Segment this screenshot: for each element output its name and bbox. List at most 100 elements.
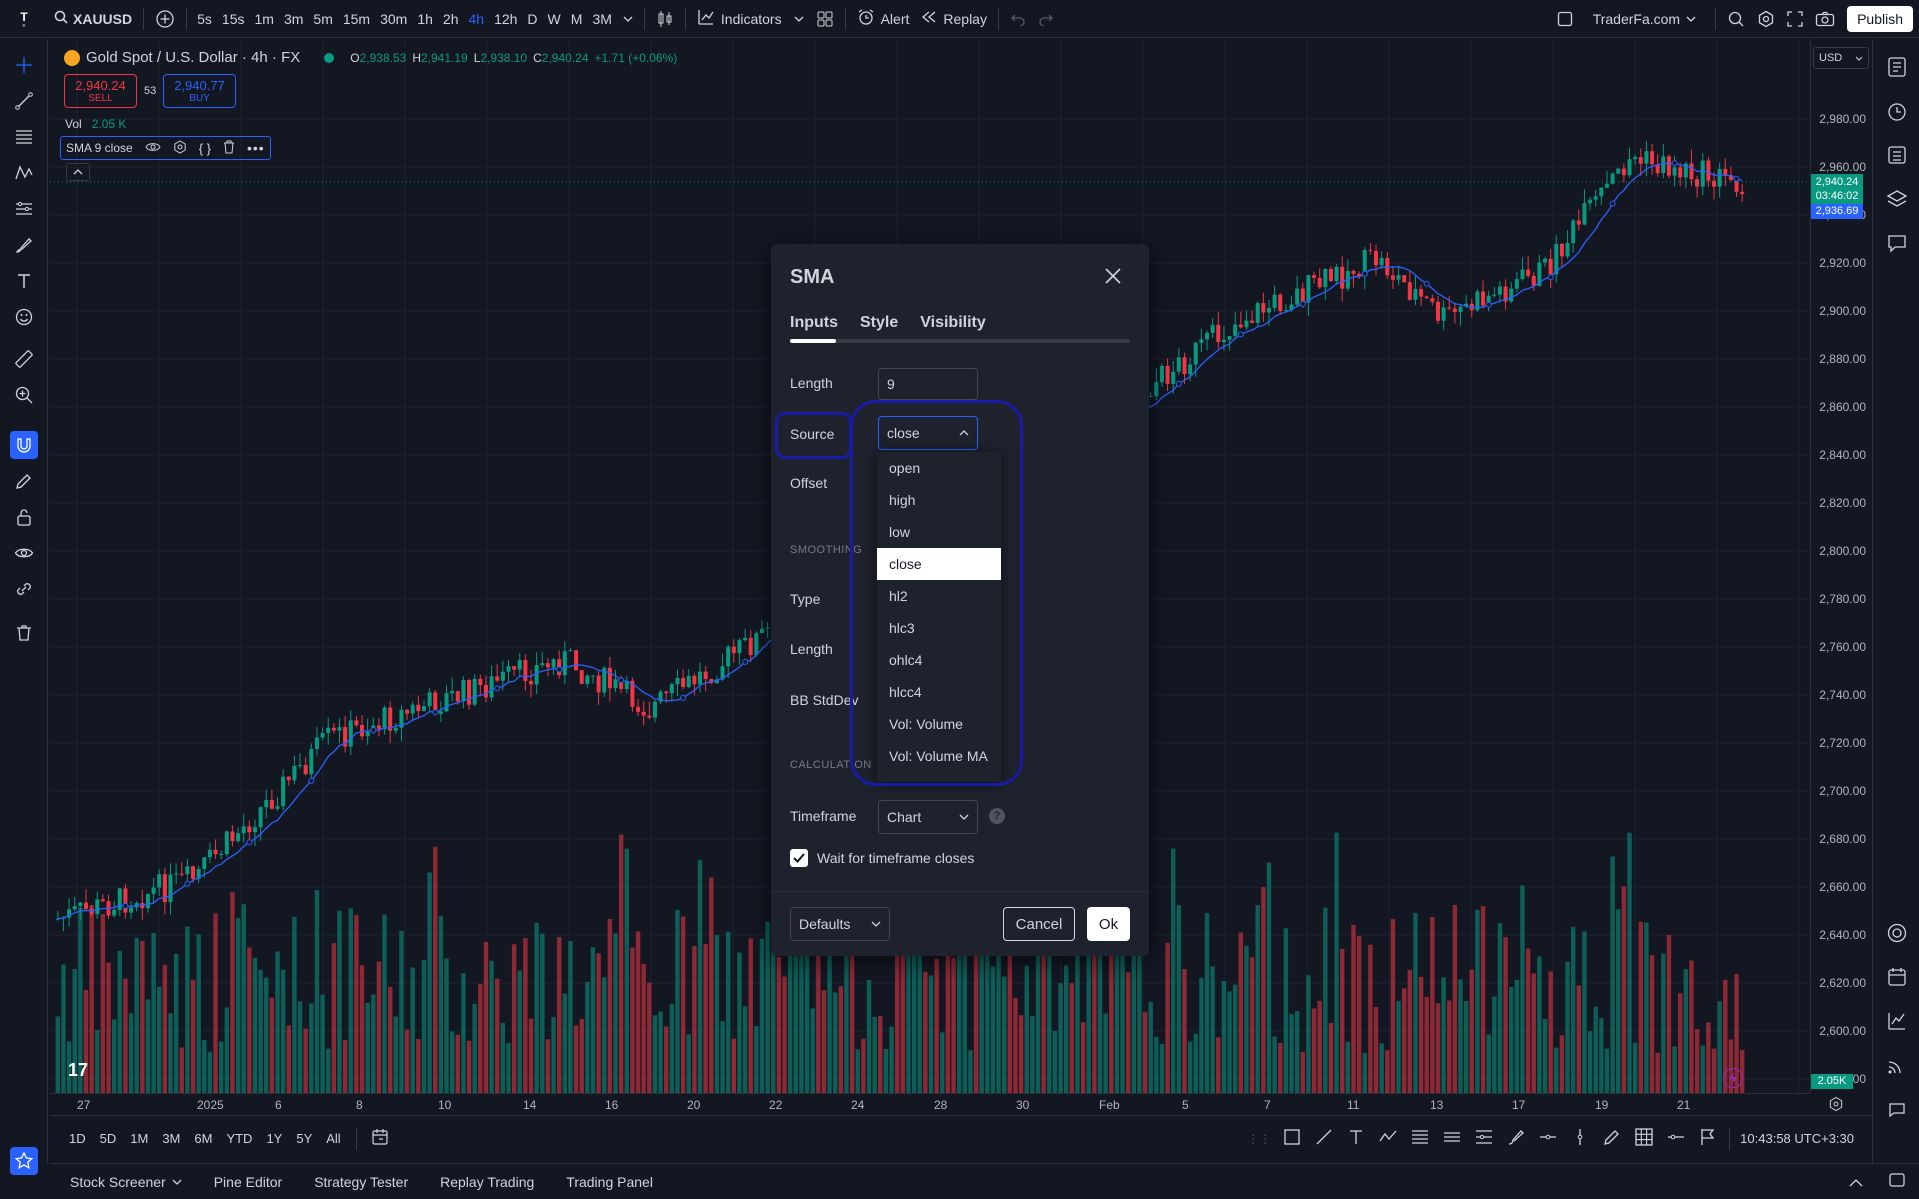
compare-add-icon[interactable] — [149, 0, 181, 38]
chevron-down-icon[interactable] — [172, 1179, 182, 1185]
interval-3m[interactable]: 3M — [587, 0, 616, 38]
zoom-in-icon[interactable] — [10, 381, 38, 409]
fib-retracement-icon[interactable] — [10, 123, 38, 151]
trash-icon[interactable] — [223, 140, 235, 157]
goto-date-icon[interactable] — [365, 1128, 395, 1149]
source-code-icon[interactable]: { } — [199, 141, 211, 156]
ok-button[interactable]: Ok — [1087, 907, 1130, 941]
publish-button[interactable]: Publish — [1847, 5, 1913, 32]
range-ytd[interactable]: YTD — [219, 1131, 259, 1146]
range-3m[interactable]: 3M — [155, 1131, 187, 1146]
layers-icon[interactable] — [1883, 185, 1911, 213]
interval-12h[interactable]: 12h — [489, 0, 522, 38]
range-1m[interactable]: 1M — [123, 1131, 155, 1146]
panel-trading-panel[interactable]: Trading Panel — [550, 1174, 669, 1190]
fib-extension-icon[interactable] — [1473, 1126, 1495, 1151]
range-1d[interactable]: 1D — [62, 1131, 93, 1146]
scale-settings-icon[interactable] — [1828, 1096, 1844, 1115]
interval-15m[interactable]: 15m — [338, 0, 375, 38]
interval-3m[interactable]: 3m — [279, 0, 308, 38]
symbol-title[interactable]: Gold Spot / U.S. Dollar · 4h · FX — [86, 49, 300, 66]
range-5d[interactable]: 5D — [93, 1131, 124, 1146]
horizontal-line-icon[interactable] — [1537, 1126, 1559, 1151]
interval-4h[interactable]: 4h — [463, 0, 489, 38]
alert-button[interactable]: Alert — [851, 0, 916, 38]
interval-1m[interactable]: 1m — [250, 0, 279, 38]
chevron-up-icon[interactable] — [1837, 1174, 1875, 1190]
info-icon[interactable]: ? — [989, 808, 1005, 824]
interval-15s[interactable]: 15s — [217, 0, 250, 38]
undo-icon[interactable] — [1004, 0, 1032, 38]
range-5y[interactable]: 5Y — [289, 1131, 319, 1146]
fullscreen-icon[interactable] — [1781, 0, 1809, 38]
wait-timeframe-checkbox[interactable] — [790, 849, 808, 867]
close-icon[interactable] — [1103, 266, 1123, 289]
calendar-icon[interactable] — [1883, 963, 1911, 991]
currency-select[interactable]: USD — [1813, 47, 1869, 69]
text-tool-icon[interactable] — [10, 267, 38, 295]
clock-timezone[interactable]: 10:43:58 UTC+3:30 — [1740, 1131, 1872, 1146]
replay-button[interactable]: Replay — [915, 0, 993, 38]
magnet-icon[interactable] — [10, 431, 38, 459]
more-icon[interactable]: ••• — [247, 140, 265, 156]
interval-d[interactable]: D — [522, 0, 542, 38]
pencil-icon[interactable] — [1601, 1126, 1623, 1151]
panel-stock-screener[interactable]: Stock Screener — [54, 1174, 198, 1190]
collapse-legend-button[interactable] — [66, 163, 90, 181]
rectangle-icon[interactable] — [1281, 1126, 1303, 1151]
length-input[interactable]: 9 — [878, 368, 978, 400]
eye-icon[interactable] — [145, 141, 161, 156]
pattern-icon[interactable] — [10, 159, 38, 187]
forecast-icon[interactable] — [10, 195, 38, 223]
range-6m[interactable]: 6M — [187, 1131, 219, 1146]
emoji-icon[interactable] — [10, 303, 38, 331]
target-icon[interactable] — [1883, 919, 1911, 947]
range-1y[interactable]: 1Y — [259, 1131, 289, 1146]
alarm-clock-icon[interactable] — [1883, 97, 1911, 125]
indicators-button[interactable]: Indicators — [691, 0, 788, 38]
path-icon[interactable] — [1377, 1126, 1399, 1151]
flag-icon[interactable] — [1697, 1126, 1719, 1151]
settings-gear-icon[interactable] — [173, 139, 187, 157]
panel-pine-editor[interactable]: Pine Editor — [198, 1174, 298, 1190]
panel-replay-trading[interactable]: Replay Trading — [424, 1174, 550, 1190]
volume-legend[interactable]: Vol 2.05 K — [65, 117, 126, 131]
symbol-search[interactable]: XAUUSD — [48, 0, 138, 38]
favorites-star-icon[interactable] — [10, 1147, 38, 1175]
timeframe-select[interactable]: Chart — [878, 800, 978, 834]
brush-icon[interactable] — [10, 231, 38, 259]
panel-strategy-tester[interactable]: Strategy Tester — [298, 1174, 424, 1190]
tab-style[interactable]: Style — [860, 314, 898, 332]
sma-legend[interactable]: SMA 9 close { } ••• — [60, 136, 271, 160]
tab-inputs[interactable]: Inputs — [790, 314, 838, 332]
interval-2h[interactable]: 2h — [438, 0, 464, 38]
watchlist-icon[interactable] — [1883, 53, 1911, 81]
pine-chart-icon[interactable] — [1883, 1007, 1911, 1035]
lightning-icon[interactable] — [1723, 1068, 1743, 1088]
help-icon[interactable] — [1883, 1095, 1911, 1123]
price-scale[interactable]: USD 2,980.002,960.002,940.002,920.002,90… — [1810, 39, 1872, 1093]
parallel-channel-icon[interactable] — [1441, 1126, 1463, 1151]
grid-icon[interactable] — [1633, 1126, 1655, 1151]
quick-search-icon[interactable] — [1721, 0, 1751, 38]
chevron-down-icon[interactable] — [788, 0, 810, 38]
fib-retracement-icon[interactable] — [1409, 1126, 1431, 1151]
horizontal-ray-icon[interactable] — [1665, 1126, 1687, 1151]
settings-gear-icon[interactable] — [1751, 0, 1781, 38]
logo-icon[interactable]: T ≡ — [0, 0, 48, 38]
redo-icon[interactable] — [1032, 0, 1060, 38]
tab-visibility[interactable]: Visibility — [920, 314, 986, 332]
crosshair-icon[interactable] — [10, 51, 38, 79]
layout-grid-icon[interactable] — [810, 0, 840, 38]
brush-icon[interactable] — [1505, 1126, 1527, 1151]
vertical-line-icon[interactable] — [1569, 1126, 1591, 1151]
account-menu[interactable]: TraderFa.com — [1579, 0, 1710, 38]
defaults-button[interactable]: Defaults — [790, 907, 890, 941]
camera-icon[interactable] — [1809, 0, 1841, 38]
range-all[interactable]: All — [319, 1131, 347, 1146]
link-icon[interactable] — [10, 575, 38, 603]
time-scale[interactable]: 27 2025 6 8 10 14 16 20 22 24 28 30 Feb 5 7 11 13 17 19 21 — [50, 1093, 1810, 1115]
chevron-down-icon[interactable] — [617, 0, 639, 38]
text-tool-icon[interactable] — [1345, 1126, 1367, 1151]
interval-m[interactable]: M — [566, 0, 588, 38]
